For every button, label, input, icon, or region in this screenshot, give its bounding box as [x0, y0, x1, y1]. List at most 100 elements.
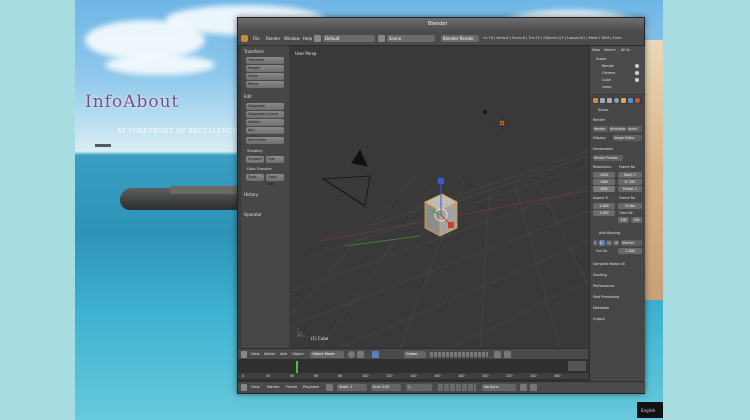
- transform-header[interactable]: Transform: [244, 49, 264, 54]
- scene-tab-icon[interactable]: [607, 98, 612, 103]
- layout-dropdown[interactable]: Default: [323, 35, 375, 42]
- flat-button[interactable]: Flat: [266, 156, 284, 163]
- duplicate-button[interactable]: Duplicate: [246, 103, 284, 110]
- timeline-marker-menu[interactable]: Marker: [267, 384, 279, 391]
- resolution-percent-field[interactable]: 50%: [593, 186, 615, 192]
- scale-button[interactable]: Scale: [246, 73, 284, 80]
- orientation-dropdown[interactable]: Global: [404, 351, 426, 358]
- delete-button[interactable]: Delete: [246, 119, 284, 126]
- time-remap-old-field[interactable]: 100: [618, 217, 629, 223]
- metadata-panel-header[interactable]: Metadata: [593, 306, 609, 310]
- performance-panel-header[interactable]: Performance: [593, 284, 615, 288]
- display-dropdown[interactable]: Image Editor: [613, 135, 642, 141]
- playback-controls[interactable]: [438, 384, 476, 391]
- outliner-item-scene[interactable]: Scene: [596, 57, 606, 61]
- outliner-item-render[interactable]: Render: [602, 64, 614, 68]
- menu-render[interactable]: Render: [266, 36, 280, 41]
- aspect-y-field[interactable]: 1.000: [593, 210, 615, 216]
- menu-window[interactable]: Window: [284, 36, 300, 41]
- frame-end-field[interactable]: E: 250: [618, 179, 642, 185]
- world-tab-icon[interactable]: [614, 98, 619, 103]
- window-titlebar[interactable]: Blender: [238, 18, 644, 32]
- render-tab-icon[interactable]: [593, 98, 598, 103]
- outliner-view-menu[interactable]: View: [592, 48, 600, 52]
- blender-logo-icon[interactable]: [241, 35, 248, 42]
- set-origin-dropdown[interactable]: Set Origin: [246, 137, 284, 144]
- outliner-item-cube[interactable]: Cube: [602, 78, 611, 82]
- render-preview-icon[interactable]: [504, 351, 511, 358]
- viewport-add-menu[interactable]: Add: [280, 351, 287, 358]
- scene-dropdown[interactable]: Scene: [387, 35, 435, 42]
- visibility-icon[interactable]: [635, 78, 639, 82]
- render-panel-header[interactable]: Render: [593, 118, 605, 122]
- menu-help[interactable]: Help: [303, 36, 312, 41]
- material-tab-icon[interactable]: [635, 98, 640, 103]
- aa-samples-11[interactable]: 11: [606, 240, 612, 246]
- snap-icon[interactable]: [494, 351, 501, 358]
- timeline[interactable]: 0 20 40 60 80 100 120 140 160 180 200 22…: [238, 359, 588, 381]
- duplicate-linked-button[interactable]: Duplicate Linked: [246, 111, 284, 118]
- aa-samples-8[interactable]: 8: [599, 240, 605, 246]
- viewport-object-menu[interactable]: Object: [292, 351, 304, 358]
- outliner-item-camera[interactable]: Camera: [602, 71, 615, 75]
- layer-buttons[interactable]: [430, 352, 488, 357]
- start-frame-field[interactable]: Start: 1: [337, 384, 367, 391]
- data-layouts-button[interactable]: Data Lay: [266, 174, 284, 186]
- scene-icon[interactable]: [378, 35, 385, 42]
- outliner-search-menu[interactable]: Search: [604, 48, 616, 52]
- sync-mode-dropdown[interactable]: No Sync: [482, 384, 516, 391]
- current-frame-field[interactable]: 1: [406, 384, 432, 391]
- viewport-view-menu[interactable]: View: [251, 351, 260, 358]
- join-button[interactable]: Join: [246, 127, 284, 134]
- visibility-icon[interactable]: [635, 71, 639, 75]
- history-header[interactable]: History: [244, 192, 258, 197]
- viewport-select-menu[interactable]: Select: [264, 351, 275, 358]
- frame-start-field[interactable]: Start: 1: [618, 172, 642, 178]
- manipulator-icon[interactable]: [372, 351, 379, 358]
- resolution-y-field[interactable]: 1080: [593, 179, 615, 185]
- shading-mode-icon[interactable]: [348, 351, 355, 358]
- editor-type-icon[interactable]: [241, 384, 247, 391]
- data-button[interactable]: Data: [246, 174, 264, 181]
- pivot-icon[interactable]: [357, 351, 364, 358]
- outliner-filter-dropdown[interactable]: All Sc: [621, 48, 630, 52]
- visibility-icon[interactable]: [635, 64, 639, 68]
- timeline-view-menu[interactable]: View: [251, 384, 260, 391]
- mirror-button[interactable]: Mirror: [246, 81, 284, 88]
- end-frame-field[interactable]: End: 250: [371, 384, 401, 391]
- aa-filter-dropdown[interactable]: Mitchell: [621, 240, 642, 246]
- aa-samples-5[interactable]: 5: [593, 240, 598, 246]
- editor-type-icon[interactable]: [241, 351, 247, 358]
- layers-tab-icon[interactable]: [600, 98, 605, 103]
- keyframe-icon[interactable]: [530, 384, 537, 391]
- frame-step-field[interactable]: Frame: 1: [618, 186, 642, 192]
- edit-header[interactable]: Edit: [244, 94, 252, 99]
- timeline-playback-menu[interactable]: Playback: [303, 384, 319, 391]
- post-processing-panel-header[interactable]: Post Processing: [593, 295, 619, 299]
- outliner-item-lamp[interactable]: Lamp: [602, 85, 611, 89]
- preview-range-icon[interactable]: [326, 384, 333, 391]
- mode-dropdown[interactable]: Object Mode: [310, 351, 344, 358]
- translate-button[interactable]: Translate: [246, 57, 284, 64]
- full-sample-checkbox[interactable]: Full Sa: [596, 249, 607, 253]
- frame-rate-dropdown[interactable]: 24 fps: [618, 203, 642, 209]
- rotate-button[interactable]: Rotate: [246, 65, 284, 72]
- output-panel-header[interactable]: Output: [593, 317, 605, 321]
- resolution-x-field[interactable]: 1920: [593, 172, 615, 178]
- render-audio-button[interactable]: Audio: [627, 126, 642, 132]
- keying-icon[interactable]: [520, 384, 527, 391]
- smooth-button[interactable]: Smooth: [246, 156, 264, 163]
- aa-samples-16[interactable]: 16: [613, 240, 619, 246]
- motion-blur-panel-header[interactable]: Sampled Motion Bl: [593, 262, 625, 266]
- dimensions-panel-header[interactable]: Dimensions: [593, 147, 613, 151]
- filter-size-field[interactable]: 1.000: [618, 248, 642, 254]
- render-presets-dropdown[interactable]: Render Presets: [593, 155, 623, 161]
- render-engine-dropdown[interactable]: Blender Render: [441, 35, 479, 42]
- input-language-indicator[interactable]: English: [641, 408, 655, 413]
- anti-aliasing-panel-header[interactable]: Anti-Aliasing: [599, 231, 620, 235]
- render-image-button[interactable]: Render: [593, 126, 608, 132]
- shading-panel-header[interactable]: Shading: [593, 273, 607, 277]
- 3d-viewport[interactable]: User Persp (1) Cube: [290, 46, 588, 348]
- operator-header[interactable]: Operator: [244, 212, 262, 217]
- object-tab-icon[interactable]: [621, 98, 626, 103]
